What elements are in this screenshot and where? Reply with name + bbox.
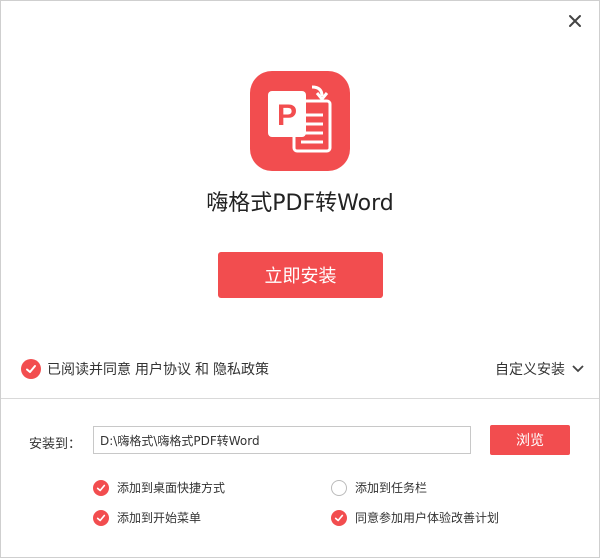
check-icon [334, 514, 344, 521]
option-desktop-shortcut[interactable]: 添加到桌面快捷方式 [93, 479, 225, 496]
app-logo: P [250, 71, 350, 171]
check-icon [96, 514, 106, 521]
option-label: 添加到任务栏 [355, 481, 428, 495]
option-label: 同意参加用户体验改善计划 [355, 511, 500, 525]
agreement-and: 和 [195, 362, 209, 378]
agreement-checkbox[interactable] [21, 359, 41, 379]
privacy-policy-link[interactable]: 隐私政策 [213, 359, 269, 379]
chevron-down-icon [572, 365, 584, 373]
check-icon [26, 365, 36, 373]
custom-install-toggle[interactable]: 自定义安装 [495, 359, 585, 379]
install-path-input[interactable] [93, 426, 471, 454]
option-checkbox[interactable] [331, 479, 347, 496]
app-title: 嗨格式PDF转Word [206, 191, 394, 216]
option-label: 添加到桌面快捷方式 [117, 481, 226, 495]
install-now-button[interactable]: 立即安装 [218, 252, 383, 298]
custom-install-panel: 安装到： 浏览 添加到桌面快捷方式 添加到任务栏 添加到开始菜单 [1, 398, 599, 557]
agreement-row: 已阅读并同意 用户协议 和 隐私政策 [21, 359, 273, 379]
option-taskbar[interactable]: 添加到任务栏 [331, 479, 427, 496]
option-ux-program[interactable]: 同意参加用户体验改善计划 [331, 509, 499, 526]
user-agreement-link[interactable]: 用户协议 [135, 359, 191, 379]
check-icon [96, 484, 106, 491]
close-icon [569, 15, 581, 27]
option-checkbox[interactable] [93, 479, 109, 496]
option-start-menu[interactable]: 添加到开始菜单 [93, 509, 201, 526]
custom-install-label: 自定义安装 [495, 362, 565, 378]
close-button[interactable] [565, 11, 585, 31]
browse-button[interactable]: 浏览 [490, 425, 570, 455]
option-checkbox[interactable] [331, 509, 347, 526]
option-checkbox[interactable] [93, 509, 109, 526]
pdf-to-word-icon: P [268, 85, 332, 153]
installer-window: P 嗨格式PDF转Word 立即安装 已阅读并同意 用户协议 和 隐私政策 自定… [0, 0, 600, 558]
option-label: 添加到开始菜单 [117, 511, 202, 525]
logo-letter: P [277, 99, 297, 132]
install-path-label: 安装到： [29, 437, 82, 452]
agreement-prefix: 已阅读并同意 [47, 362, 131, 378]
